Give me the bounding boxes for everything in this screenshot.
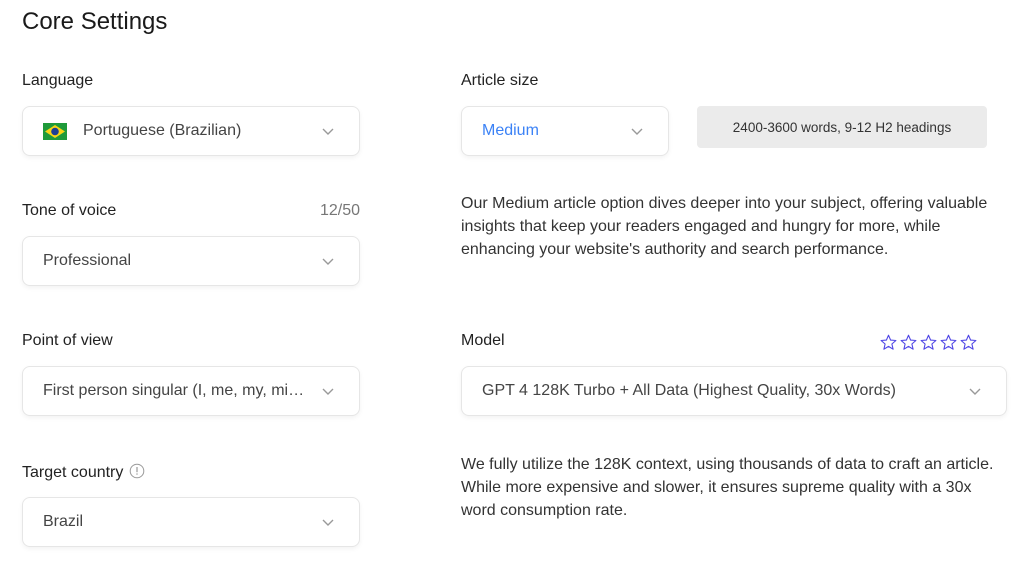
point-of-view-select[interactable]: First person singular (I, me, my, mine) <box>22 366 360 416</box>
article-size-value: Medium <box>482 122 539 139</box>
target-country-value: Brazil <box>43 513 84 530</box>
tone-of-voice-value: Professional <box>43 252 132 269</box>
target-country-label-text: Target country <box>22 464 124 481</box>
model-description: We fully utilize the 128K context, using… <box>461 456 994 519</box>
chevron-down-icon <box>322 128 334 135</box>
brazil-flag-icon <box>43 122 67 140</box>
chevron-down-icon <box>631 128 643 135</box>
chevron-down-icon <box>322 388 334 395</box>
model-label: Model <box>461 332 505 349</box>
point-of-view-value: First person singular (I, me, my, mine) <box>43 382 309 399</box>
model-rating-stars[interactable] <box>880 334 977 351</box>
target-country-label: Target country <box>22 463 145 482</box>
language-value: Portuguese (Brazilian) <box>83 122 242 139</box>
language-label: Language <box>22 72 94 89</box>
star-icon[interactable] <box>900 334 917 351</box>
article-size-description: Our Medium article option dives deeper i… <box>461 195 988 258</box>
tone-of-voice-label: Tone of voice <box>22 202 117 219</box>
article-size-info-badge: 2400-3600 words, 9-12 H2 headings <box>697 106 987 148</box>
chevron-down-icon <box>969 388 981 395</box>
chevron-down-icon <box>322 519 334 526</box>
tone-of-voice-select[interactable]: Professional <box>22 236 360 286</box>
star-icon[interactable] <box>920 334 937 351</box>
info-circle-icon[interactable] <box>129 463 145 479</box>
point-of-view-label: Point of view <box>22 332 113 349</box>
chevron-down-icon <box>322 258 334 265</box>
page-title: Core Settings <box>22 8 168 35</box>
star-icon[interactable] <box>960 334 977 351</box>
language-select[interactable]: Portuguese (Brazilian) <box>22 106 360 156</box>
target-country-select[interactable]: Brazil <box>22 497 360 547</box>
star-icon[interactable] <box>940 334 957 351</box>
model-select[interactable]: GPT 4 128K Turbo + All Data (Highest Qua… <box>461 366 1007 416</box>
tone-of-voice-counter: 12/50 <box>319 202 360 219</box>
model-value: GPT 4 128K Turbo + All Data (Highest Qua… <box>482 382 896 399</box>
article-size-select[interactable]: Medium <box>461 106 669 156</box>
article-size-label: Article size <box>461 72 539 89</box>
star-icon[interactable] <box>880 334 897 351</box>
